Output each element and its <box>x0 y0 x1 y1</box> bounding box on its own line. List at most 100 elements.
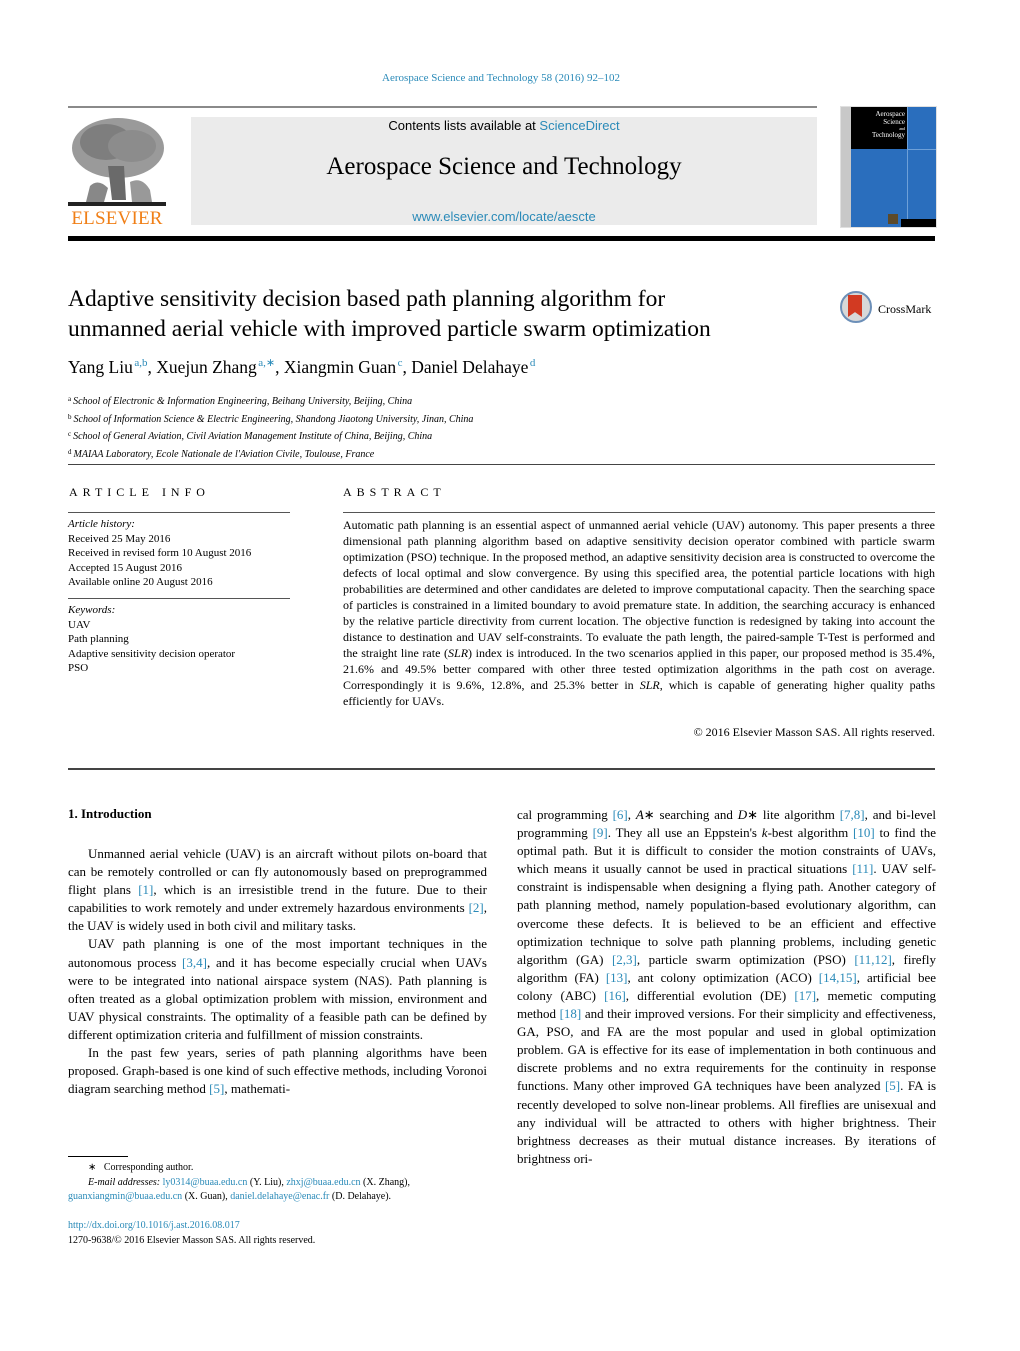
keyword: UAV <box>68 618 91 631</box>
divider <box>68 464 935 465</box>
crossmark-button[interactable]: CrossMark <box>838 290 938 330</box>
citation-link[interactable]: [16] <box>604 988 626 1003</box>
body-column-left: Unmanned aerial vehicle (UAV) is an airc… <box>68 845 487 1098</box>
abstract-copyright: © 2016 Elsevier Masson SAS. All rights r… <box>693 725 935 739</box>
divider <box>68 598 290 599</box>
email-link[interactable]: daniel.delahaye@enac.fr <box>230 1191 329 1202</box>
footnote-rule <box>68 1156 128 1157</box>
email-owner: (D. Delahaye). <box>329 1191 392 1202</box>
text-segment: , mathemati- <box>224 1081 291 1097</box>
text-segment: ∗ searching and <box>643 807 738 822</box>
history-item: Received in revised form 10 August 2016 <box>68 547 252 559</box>
affiliation-text: MAIAA Laboratory, Ecole Nationale de l'A… <box>73 448 375 460</box>
abstract-text: Automatic path planning is an essential … <box>343 517 935 709</box>
italic-symbol: A <box>635 807 644 822</box>
sciencedirect-link[interactable]: ScienceDirect <box>539 118 619 133</box>
contents-line: Contents lists available at ScienceDirec… <box>191 118 817 133</box>
affiliation-key: c <box>68 430 72 438</box>
email-owner: (X. Zhang), <box>360 1176 410 1188</box>
header-top-rule <box>68 106 817 108</box>
author-separator: , <box>275 357 284 377</box>
citation-link[interactable]: [3,4] <box>182 955 207 970</box>
citation-link[interactable]: [5] <box>885 1078 900 1093</box>
citation-link[interactable]: [10] <box>853 825 875 840</box>
affiliation-text: School of Information Science & Electric… <box>73 413 474 425</box>
citation-link[interactable]: [17] <box>794 988 816 1003</box>
history-item: Accepted 15 August 2016 <box>68 561 182 574</box>
citation-link[interactable]: Aerospace Science and Technology 58 (201… <box>382 72 620 84</box>
affiliation: c School of General Aviation, Civil Aviat… <box>68 427 473 445</box>
citation-link[interactable]: [14,15] <box>819 970 857 985</box>
text-segment: , ant colony optimization (ACO) <box>627 969 819 985</box>
divider <box>343 512 935 513</box>
author-separator: , <box>147 357 157 377</box>
abstract-segment: Automatic path planning is an essential … <box>343 518 935 660</box>
section-heading: 1. Introduction <box>68 806 152 821</box>
contents-prefix: Contents lists available at <box>388 118 540 133</box>
citation-link[interactable]: [18] <box>560 1006 582 1021</box>
citation-link[interactable]: [6] <box>613 807 628 822</box>
text-segment: , differential evolution (DE) <box>625 987 795 1003</box>
affiliation-text: School of General Aviation, Civil Aviati… <box>73 431 433 442</box>
keyword: Path planning <box>68 633 129 645</box>
text-segment: -best algorithm <box>767 825 853 841</box>
journal-citation[interactable]: Aerospace Science and Technology 58 (201… <box>0 72 1002 84</box>
affiliation-key: d <box>68 447 72 456</box>
author-name[interactable]: Yang Liu <box>68 357 133 377</box>
elsevier-logo[interactable]: ELSEVIER <box>68 116 166 229</box>
title-line: Adaptive sensitivity decision based path… <box>68 286 666 312</box>
affiliation: d MAIAA Laboratory, Ecole Nationale de l'… <box>68 445 473 463</box>
citation-link[interactable]: [13] <box>606 970 628 985</box>
cover-title-line: Technology <box>872 131 905 139</box>
elsevier-tree-icon <box>68 118 166 206</box>
email-note: E-mail addresses: ly0314@buaa.edu.cn (Y.… <box>68 1176 498 1191</box>
citation-link[interactable]: [11] <box>852 861 873 876</box>
affiliation: a School of Electronic & Information Engi… <box>68 392 473 410</box>
citation-link[interactable]: [2] <box>469 900 484 915</box>
citation-link[interactable]: [11,12] <box>854 952 891 967</box>
corresponding-author-note: ∗ Corresponding author. <box>68 1161 498 1176</box>
body-column-right: cal programming [6], A∗ searching and D∗… <box>517 806 936 1168</box>
author-affil-link[interactable]: a,b <box>134 357 147 369</box>
journal-cover-thumbnail[interactable]: Aerospace Science and Technology <box>840 106 937 228</box>
corresponding-author-text: Corresponding author. <box>103 1162 194 1173</box>
cover-title: Aerospace Science and Technology <box>851 107 908 149</box>
divider <box>68 768 935 770</box>
doi-link[interactable]: http://dx.doi.org/10.1016/j.ast.2016.08.… <box>68 1220 240 1231</box>
paragraph: cal programming [6], A∗ searching and D∗… <box>517 806 936 1168</box>
citation-link[interactable]: [2,3] <box>612 952 637 967</box>
email-link[interactable]: zhxj@buaa.edu.cn <box>286 1177 360 1188</box>
citation-link[interactable]: [5] <box>209 1081 224 1096</box>
text-segment: , particle swarm optimization (PSO) <box>636 951 855 967</box>
asterisk-mark: ∗ <box>88 1162 97 1173</box>
author-list: Yang Liu a,b, Xuejun Zhang a,∗, Xiangmin… <box>68 356 535 378</box>
email-link[interactable]: ly0314@buaa.edu.cn <box>163 1177 248 1188</box>
author-affil-link[interactable]: d <box>530 357 536 369</box>
text-segment: ∗ lite algorithm <box>747 807 840 822</box>
journal-name: Aerospace Science and Technology <box>326 153 682 180</box>
author-name[interactable]: Xiangmin Guan <box>284 357 396 377</box>
cover-footer-band <box>901 219 936 227</box>
abstract-emphasis: SLR <box>448 646 469 660</box>
journal-banner: Contents lists available at ScienceDirec… <box>191 117 817 225</box>
issn-line: 1270-9638/© 2016 Elsevier Masson SAS. Al… <box>68 1234 316 1246</box>
text-segment: , <box>627 807 636 822</box>
affiliation-key: a <box>68 395 72 403</box>
history-label: Article history: <box>68 518 135 530</box>
journal-url[interactable]: www.elsevier.com/locate/aescte <box>412 209 596 224</box>
paragraph: UAV path planning is one of the most imp… <box>68 935 487 1044</box>
footnotes: ∗ Corresponding author. E-mail addresses… <box>68 1161 498 1205</box>
citation-link[interactable]: [9] <box>593 825 608 840</box>
author-name[interactable]: Daniel Delahaye <box>411 357 528 377</box>
email-link[interactable]: guanxiangmin@buaa.edu.cn <box>68 1191 182 1202</box>
divider <box>68 512 290 513</box>
citation-link[interactable]: [1] <box>138 882 153 897</box>
author-name[interactable]: Xuejun Zhang <box>156 357 257 377</box>
italic-symbol: D <box>737 807 748 822</box>
citation-link[interactable]: [7,8] <box>840 807 865 822</box>
author-affil-link[interactable]: a,∗ <box>258 357 275 369</box>
journal-homepage-link[interactable]: www.elsevier.com/locate/aescte <box>191 209 817 224</box>
abstract-heading: ABSTRACT <box>343 485 446 499</box>
keywords-label: Keywords: <box>68 604 116 616</box>
cover-divider <box>907 149 936 150</box>
